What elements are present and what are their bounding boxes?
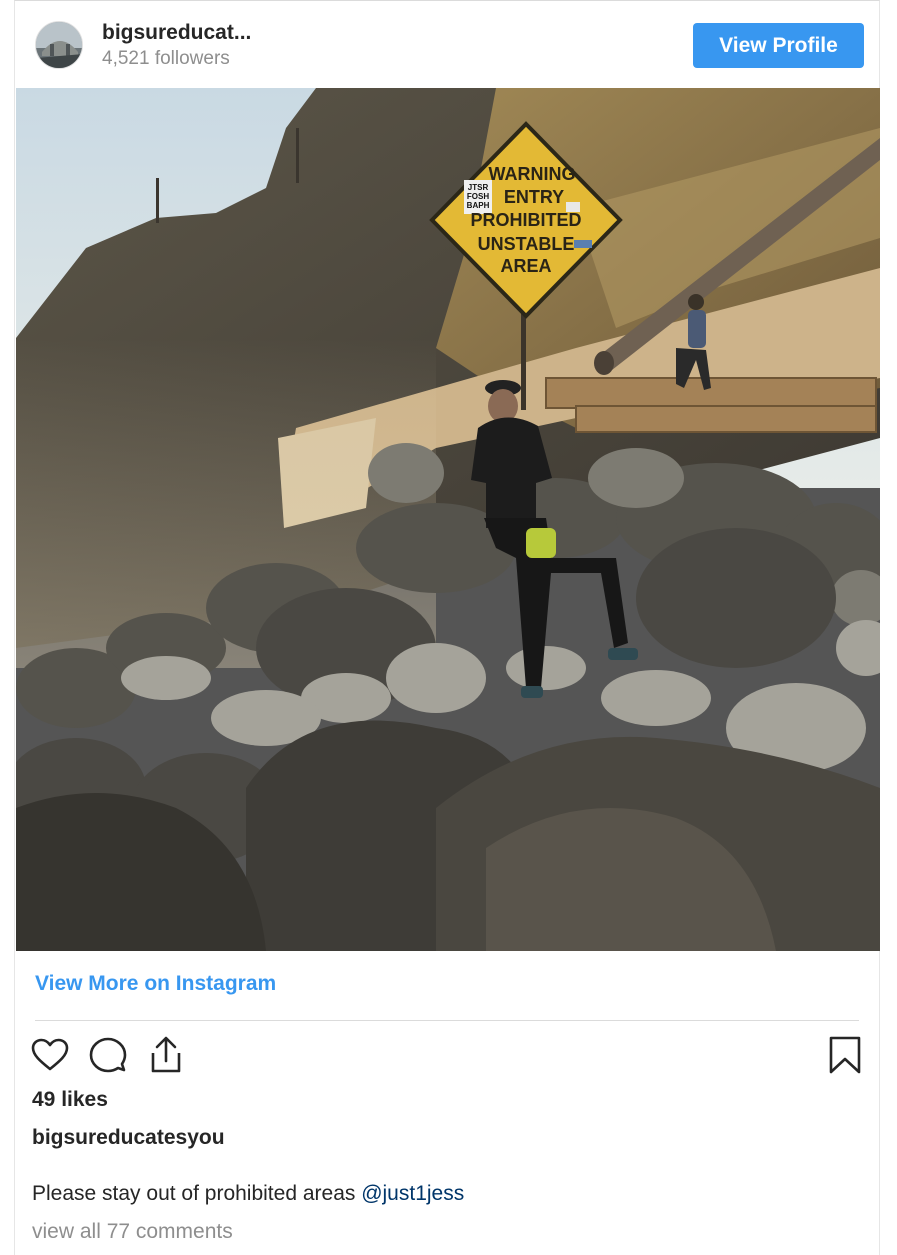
view-more-on-instagram-link[interactable]: View More on Instagram bbox=[35, 972, 276, 996]
divider bbox=[35, 1020, 859, 1021]
sign-line-1: WARNING bbox=[489, 164, 576, 184]
sticker-text-3: BAPH bbox=[467, 201, 490, 210]
post-header: bigsureducat... 4,521 followers View Pro… bbox=[15, 1, 881, 88]
beach-rocks-photo: JTSR FOSH BAPH WARNING ENTRY PROHIBITED … bbox=[16, 88, 880, 951]
action-bar bbox=[15, 1033, 881, 1077]
sticker-text-2: FOSH bbox=[467, 192, 489, 201]
sign-line-3: PROHIBITED bbox=[470, 210, 581, 230]
instagram-embed: bigsureducat... 4,521 followers View Pro… bbox=[14, 0, 880, 1255]
comment-icon[interactable] bbox=[88, 1033, 128, 1077]
sticker-text-1: JTSR bbox=[468, 183, 489, 192]
sign-line-4: UNSTABLE bbox=[478, 234, 575, 254]
share-icon[interactable] bbox=[146, 1033, 186, 1077]
mention-link[interactable]: @just1jess bbox=[361, 1182, 464, 1205]
avatar-image bbox=[36, 22, 82, 68]
profile-avatar[interactable] bbox=[35, 21, 83, 69]
like-count[interactable]: 49 likes bbox=[32, 1088, 108, 1112]
post-caption: Please stay out of prohibited areas @jus… bbox=[32, 1182, 464, 1206]
view-profile-button[interactable]: View Profile bbox=[693, 23, 864, 68]
caption-text: Please stay out of prohibited areas bbox=[32, 1182, 362, 1205]
caption-username[interactable]: bigsureducatesyou bbox=[32, 1126, 225, 1150]
follower-count: 4,521 followers bbox=[102, 48, 230, 69]
post-photo[interactable]: JTSR FOSH BAPH WARNING ENTRY PROHIBITED … bbox=[16, 88, 880, 951]
sign-line-2: ENTRY bbox=[504, 187, 564, 207]
view-all-comments-link[interactable]: view all 77 comments bbox=[32, 1220, 233, 1244]
sign-line-5: AREA bbox=[500, 256, 551, 276]
username[interactable]: bigsureducat... bbox=[102, 21, 251, 45]
heart-icon[interactable] bbox=[30, 1033, 70, 1077]
bookmark-icon[interactable] bbox=[825, 1033, 865, 1077]
